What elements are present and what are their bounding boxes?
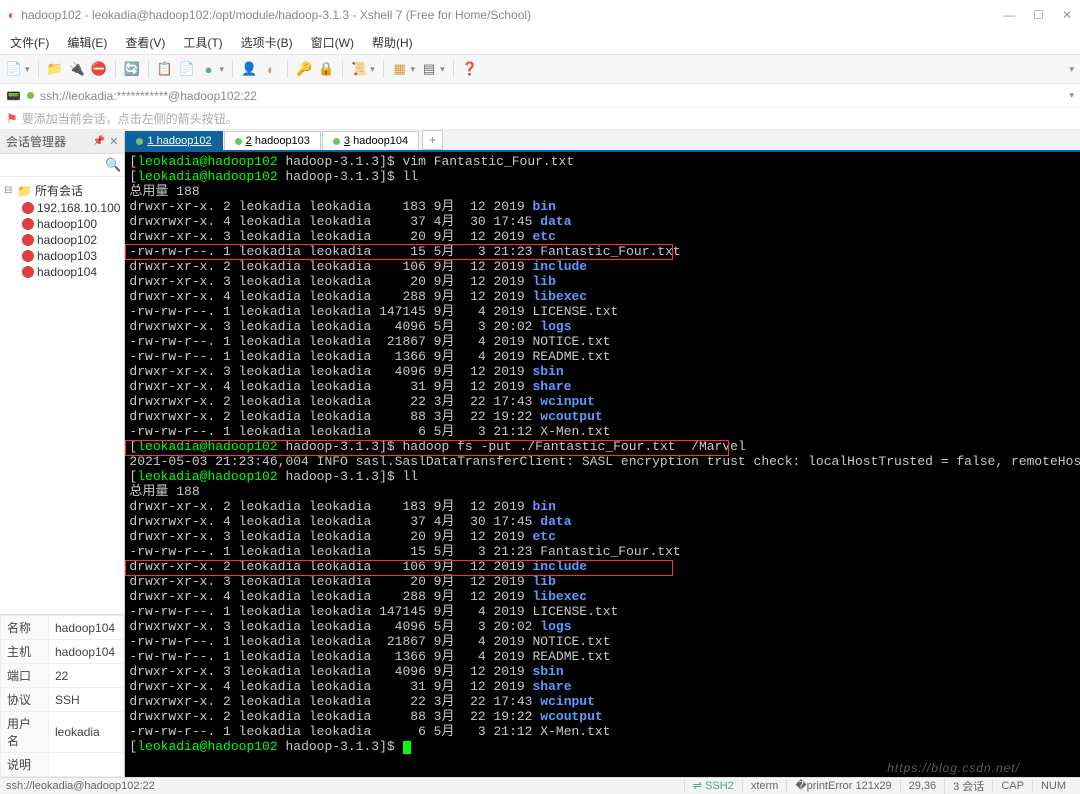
prop-row: 用户名leokadia [1, 712, 124, 753]
tree-item[interactable]: hadoop100 [2, 216, 122, 232]
menu-view[interactable]: 查看(V) [121, 32, 169, 53]
menu-tabs[interactable]: 选项卡(B) [237, 32, 297, 53]
toolbar-overflow[interactable]: ▾ [1069, 64, 1074, 75]
tab-status-icon [333, 138, 340, 145]
cascade-icon[interactable]: ▦ [392, 61, 408, 77]
find-icon[interactable]: ● [201, 61, 217, 77]
toolbar: 📄▾ 📁 🔌 ⛔ 🔄 📋 📄 ●▾ 👤 ◐ 🔑 🔒 📜▾ ▦▾ ▤▾ ❓ ▾ [0, 54, 1080, 84]
hint-bar: ⚑ 要添加当前会话，点击左侧的箭头按钮。 [0, 108, 1080, 130]
tab-status-icon [235, 138, 242, 145]
minimize-button[interactable]: — [1003, 8, 1015, 22]
menu-window[interactable]: 窗口(W) [307, 32, 358, 53]
menu-tools[interactable]: 工具(T) [179, 32, 226, 53]
pin-icon[interactable]: 📌 [93, 136, 105, 147]
search-icon[interactable]: 🔍 [105, 157, 121, 173]
addr-icon: 📟 [6, 89, 21, 103]
terminal[interactable]: [leokadia@hadoop102 hadoop-3.1.3]$ vim F… [125, 152, 1080, 777]
prop-row: 主机hadoop104 [1, 640, 124, 664]
session-icon [22, 266, 34, 278]
app-icon: ◐ [8, 8, 15, 22]
menu-edit[interactable]: 编辑(E) [63, 32, 111, 53]
panel-header: 会话管理器 📌 ✕ [0, 130, 124, 154]
session-sidebar: 会话管理器 📌 ✕ 🔍 ⊟📁所有会话 192.168.10.100hadoop1… [0, 130, 125, 777]
titlebar: ◐ hadoop102 - leokadia@hadoop102:/opt/mo… [0, 0, 1080, 30]
flag-icon: ⚑ [6, 111, 18, 127]
copy-icon[interactable]: 📋 [157, 61, 173, 77]
prop-row: 名称hadoop104 [1, 616, 124, 640]
maximize-button[interactable]: ☐ [1033, 8, 1044, 22]
tree-item[interactable]: hadoop104 [2, 264, 122, 280]
tabbar: 1 hadoop1022 hadoop1033 hadoop104 + ◂ ▸ … [125, 130, 1080, 152]
status-ssh: ⇌ SSH2 [684, 779, 742, 792]
properties-grid: 名称hadoop104主机hadoop104端口22协议SSH用户名leokad… [0, 614, 124, 777]
session-icon [22, 202, 34, 214]
reconnect-icon[interactable]: 🔄 [124, 61, 140, 77]
tab[interactable]: 1 hadoop102 [125, 131, 222, 150]
script-icon[interactable]: 📜 [351, 61, 367, 77]
prop-row: 协议SSH [1, 688, 124, 712]
panel-title: 会话管理器 [6, 133, 93, 150]
tree-root[interactable]: ⊟📁所有会话 [2, 181, 122, 200]
close-button[interactable]: ✕ [1062, 8, 1072, 22]
menubar: 文件(F) 编辑(E) 查看(V) 工具(T) 选项卡(B) 窗口(W) 帮助(… [0, 30, 1080, 54]
prop-row: 说明 [1, 753, 124, 777]
prop-icon[interactable]: ◐ [263, 61, 279, 77]
tab-status-icon [136, 138, 143, 145]
tab[interactable]: 2 hadoop103 [224, 131, 321, 150]
window-title: hadoop102 - leokadia@hadoop102:/opt/modu… [21, 8, 1003, 22]
menu-help[interactable]: 帮助(H) [368, 32, 417, 53]
tree-item[interactable]: hadoop103 [2, 248, 122, 264]
status-addr: ssh://leokadia@hadoop102:22 [6, 780, 684, 792]
new-session-icon[interactable]: 📄 [6, 61, 22, 77]
status-sess: 3 会话 [944, 778, 992, 794]
folder-icon: 📁 [17, 184, 32, 198]
tile-icon[interactable]: ▤ [421, 61, 437, 77]
status-pos: 29,36 [900, 780, 945, 792]
tree-item[interactable]: 192.168.10.100 [2, 200, 122, 216]
prop-row: 端口22 [1, 664, 124, 688]
tree-item[interactable]: hadoop102 [2, 232, 122, 248]
status-dot-icon [27, 92, 34, 99]
help-icon[interactable]: ❓ [462, 61, 478, 77]
hint-text: 要添加当前会话，点击左侧的箭头按钮。 [22, 110, 238, 127]
address-bar: 📟 ssh://leokadia:***********@hadoop102:2… [0, 84, 1080, 108]
session-icon [22, 250, 34, 262]
tab[interactable]: 3 hadoop104 [322, 131, 419, 150]
paste-icon[interactable]: 📄 [179, 61, 195, 77]
status-cap: CAP [992, 780, 1032, 792]
lock-icon[interactable]: 🔒 [318, 61, 334, 77]
disconnect-icon[interactable]: ⛔ [91, 61, 107, 77]
statusbar: ssh://leokadia@hadoop102:22 ⇌ SSH2 xterm… [0, 777, 1080, 793]
open-icon[interactable]: 📁 [47, 61, 63, 77]
address-text[interactable]: ssh://leokadia:***********@hadoop102:22 [40, 89, 1067, 103]
addr-dropdown[interactable]: ▾ [1069, 90, 1074, 101]
user-icon[interactable]: 👤 [241, 61, 257, 77]
connect-icon[interactable]: 🔌 [69, 61, 85, 77]
tab-add-button[interactable]: + [422, 130, 443, 150]
status-num: NUM [1032, 780, 1074, 792]
session-icon [22, 218, 34, 230]
session-icon [22, 234, 34, 246]
status-size: �printError 121x29 [786, 779, 899, 792]
panel-close-icon[interactable]: ✕ [109, 135, 118, 148]
key-icon[interactable]: 🔑 [296, 61, 312, 77]
session-tree: ⊟📁所有会话 192.168.10.100hadoop100hadoop102h… [0, 177, 124, 614]
menu-file[interactable]: 文件(F) [6, 32, 53, 53]
status-term: xterm [742, 780, 787, 792]
